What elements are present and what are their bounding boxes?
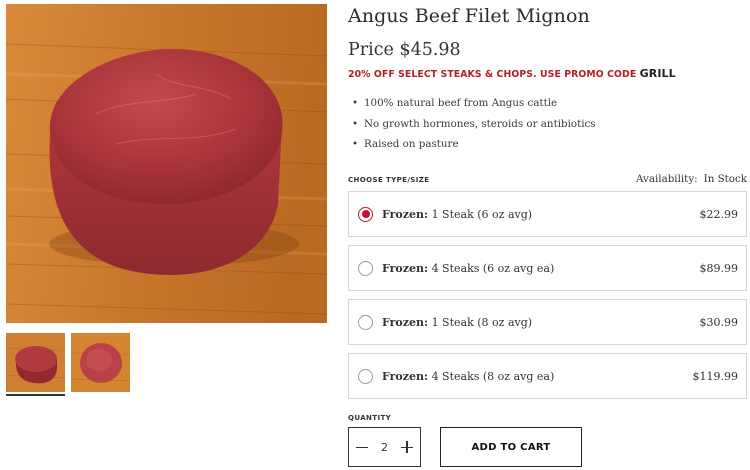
filet-thumbnail-top	[71, 333, 130, 392]
availability-status: Availability: In Stock	[636, 173, 747, 185]
thumbnail-2[interactable]	[71, 333, 130, 392]
filet-mignon-photo	[6, 4, 327, 323]
availability-label: Availability:	[636, 173, 698, 185]
option-type: Frozen:	[382, 207, 429, 221]
option-label: Frozen: 4 Steaks (6 oz avg ea)	[382, 262, 700, 275]
option-type: Frozen:	[382, 369, 429, 383]
thumbnail-strip	[6, 333, 130, 396]
quantity-value[interactable]: 2	[381, 441, 388, 454]
option-desc: 1 Steak (8 oz avg)	[431, 315, 533, 329]
option-price: $22.99	[699, 207, 739, 221]
option-label: Frozen: 1 Steak (6 oz avg)	[382, 208, 700, 221]
radio-icon[interactable]	[358, 260, 373, 276]
size-option-4[interactable]: Frozen: 4 Steaks (8 oz avg ea) $119.99	[348, 353, 747, 399]
option-desc: 4 Steaks (8 oz avg ea)	[431, 369, 555, 383]
option-price: $119.99	[692, 369, 739, 383]
add-to-cart-button[interactable]: ADD TO CART	[440, 427, 582, 467]
option-label: Frozen: 4 Steaks (8 oz avg ea)	[382, 370, 693, 383]
option-type: Frozen:	[382, 261, 429, 275]
option-label: Frozen: 1 Steak (8 oz avg)	[382, 316, 700, 329]
feature-item: No growth hormones, steroids or antibiot…	[352, 118, 596, 131]
choose-type-label: CHOOSE TYPE/SIZE	[348, 176, 430, 184]
option-price: $89.99	[699, 261, 739, 275]
plus-icon[interactable]	[400, 440, 414, 454]
radio-selected-icon[interactable]	[358, 206, 373, 222]
product-title: Angus Beef Filet Mignon	[348, 5, 590, 27]
option-price: $30.99	[699, 315, 739, 329]
quantity-label: QUANTITY	[348, 414, 392, 422]
option-desc: 4 Steaks (6 oz avg ea)	[431, 261, 555, 275]
availability-value: In Stock	[703, 173, 747, 185]
radio-icon[interactable]	[358, 314, 373, 330]
minus-icon[interactable]	[355, 440, 369, 454]
option-desc: 1 Steak (6 oz avg)	[431, 207, 533, 221]
size-option-3[interactable]: Frozen: 1 Steak (8 oz avg) $30.99	[348, 299, 747, 345]
promo-banner: 20% OFF SELECT STEAKS & CHOPS. USE PROMO…	[348, 67, 676, 80]
promo-code: GRILL	[639, 67, 676, 80]
size-option-2[interactable]: Frozen: 4 Steaks (6 oz avg ea) $89.99	[348, 245, 747, 291]
quantity-stepper: 2	[348, 427, 421, 467]
feature-item: Raised on pasture	[352, 138, 596, 151]
product-main-image[interactable]	[6, 4, 327, 323]
option-type: Frozen:	[382, 315, 429, 329]
product-price: Price $45.98	[348, 40, 461, 60]
promo-text: 20% OFF SELECT STEAKS & CHOPS. USE PROMO…	[348, 69, 637, 80]
radio-icon[interactable]	[358, 368, 373, 384]
feature-item: 100% natural beef from Angus cattle	[352, 97, 596, 110]
feature-list: 100% natural beef from Angus cattle No g…	[352, 97, 596, 159]
filet-thumbnail-side	[6, 333, 65, 392]
size-option-1[interactable]: Frozen: 1 Steak (6 oz avg) $22.99	[348, 191, 747, 237]
size-options: Frozen: 1 Steak (6 oz avg) $22.99 Frozen…	[348, 191, 747, 407]
thumbnail-1[interactable]	[6, 333, 65, 396]
